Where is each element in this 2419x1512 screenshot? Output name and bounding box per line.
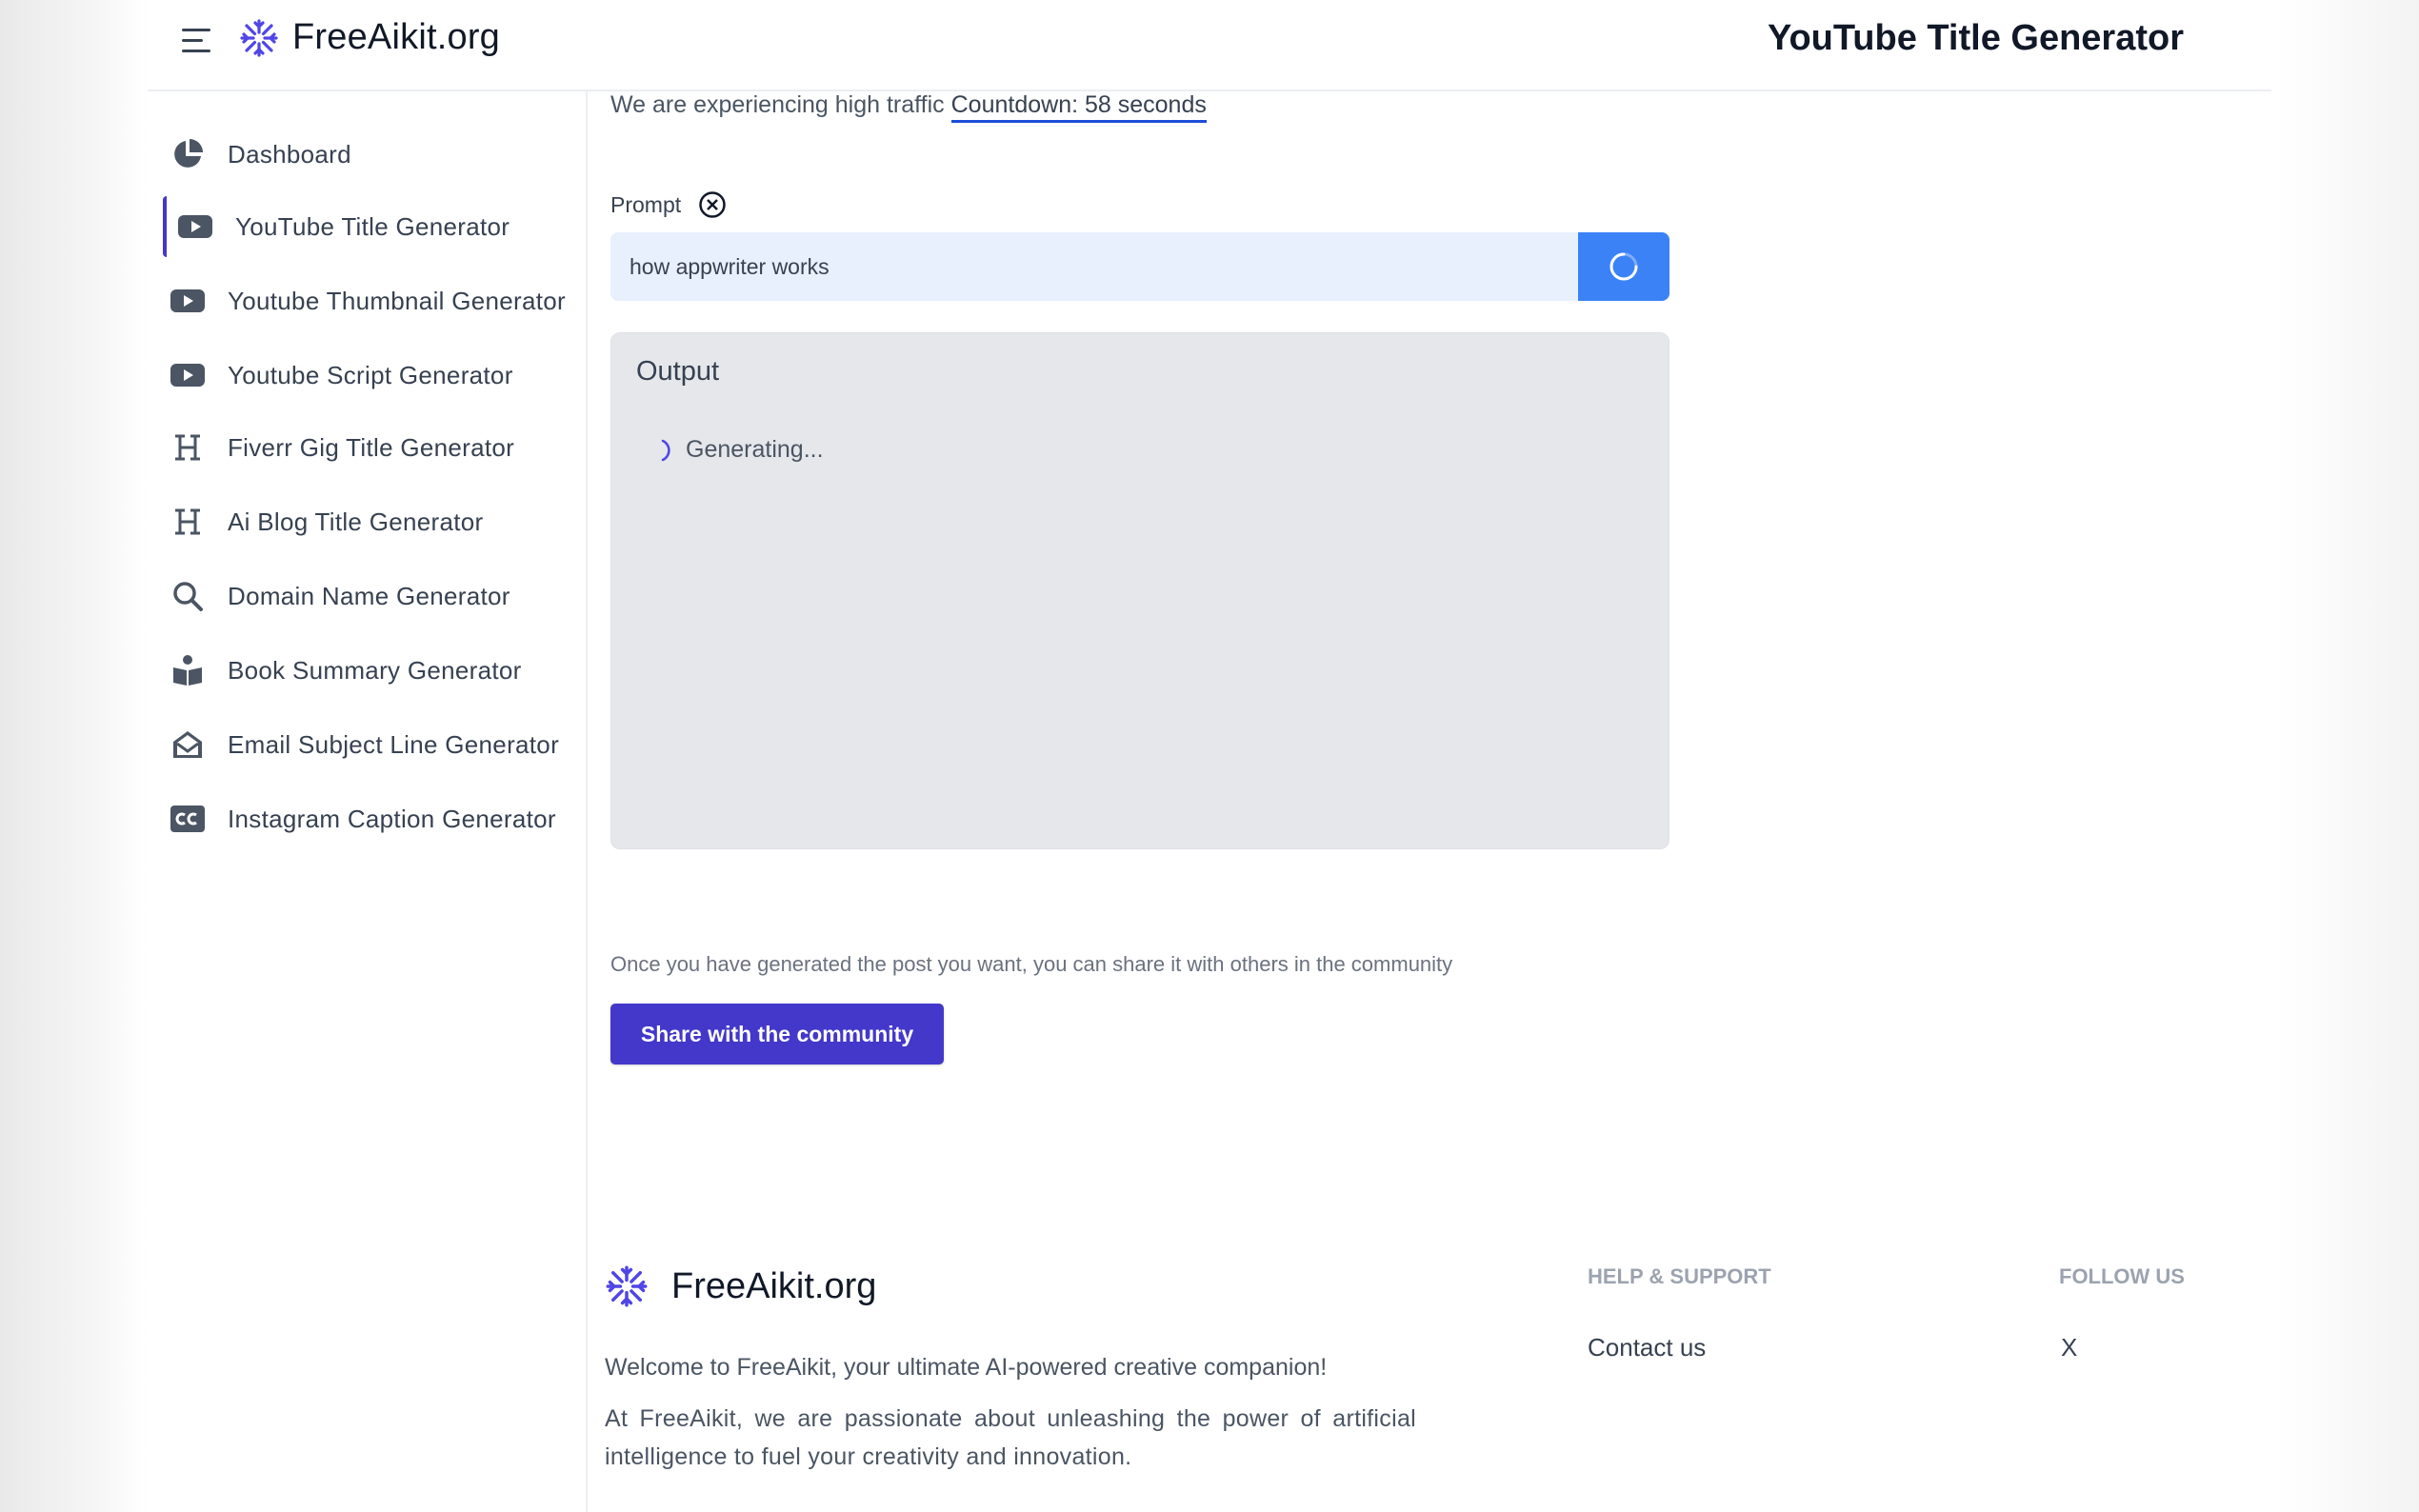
heading-icon: [170, 430, 205, 465]
brand-name: FreeAikit.org: [292, 17, 501, 57]
follow-us-heading: FOLLOW US: [2059, 1264, 2185, 1288]
youtube-icon: [170, 358, 205, 392]
footer-about-text: At FreeAikit, we are passionate about un…: [605, 1405, 1416, 1470]
sidebar-item-label: Dashboard: [228, 139, 351, 169]
footer-welcome-text: Welcome to FreeAikit, your ultimate AI-p…: [605, 1354, 1328, 1381]
snowflake-logo-icon: [606, 1265, 648, 1307]
sidebar-item-label: Youtube Script Generator: [228, 360, 513, 389]
traffic-notice-text: We are experiencing high traffic: [610, 91, 945, 118]
loading-spinner-icon: [1609, 252, 1638, 281]
hamburger-menu-icon[interactable]: [178, 25, 216, 57]
sidebar-item-label: Book Summary Generator: [228, 655, 522, 685]
output-panel: Output Generating...: [610, 332, 1669, 849]
youtube-icon: [178, 209, 212, 244]
search-icon: [170, 579, 205, 613]
generating-status: Generating...: [661, 436, 824, 464]
heading-icon: [170, 505, 205, 539]
app-frame: FreeAikit.org YouTube Title Generator Da…: [148, 0, 2271, 1512]
contact-us-link[interactable]: Contact us: [1588, 1333, 1706, 1363]
background-left: [0, 0, 148, 1512]
sidebar-item-label: Youtube Thumbnail Generator: [228, 286, 567, 315]
sidebar-item-book-summary-generator[interactable]: Book Summary Generator: [163, 640, 582, 701]
sidebar-item-label: YouTube Title Generator: [235, 211, 510, 241]
sidebar-item-youtube-thumbnail-generator[interactable]: Youtube Thumbnail Generator: [163, 270, 582, 331]
help-support-heading: HELP & SUPPORT: [1588, 1264, 1771, 1288]
sidebar-item-email-subject-line-generator[interactable]: Email Subject Line Generator: [163, 714, 582, 775]
pie-chart-icon: [170, 137, 205, 171]
sidebar-item-label: Fiverr Gig Title Generator: [228, 432, 515, 462]
share-with-community-button[interactable]: Share with the community: [610, 1004, 944, 1064]
youtube-icon: [170, 284, 205, 318]
countdown-timer: Countdown: 58 seconds: [950, 91, 1207, 123]
generate-button[interactable]: [1578, 232, 1669, 301]
sidebar-item-label: Email Subject Line Generator: [228, 729, 560, 759]
x-social-link[interactable]: X: [2061, 1333, 2077, 1363]
sidebar-item-fiverr-gig-title-generator[interactable]: Fiverr Gig Title Generator: [163, 417, 582, 478]
top-header: FreeAikit.org YouTube Title Generator: [148, 0, 2271, 91]
clear-prompt-icon[interactable]: [698, 190, 727, 219]
sidebar-item-domain-name-generator[interactable]: Domain Name Generator: [163, 566, 582, 627]
share-description: Once you have generated the post you wan…: [610, 952, 1453, 976]
snowflake-logo-icon: [240, 18, 278, 57]
sidebar-item-instagram-caption-generator[interactable]: Instagram Caption Generator: [163, 788, 582, 849]
sidebar-item-dashboard[interactable]: Dashboard: [163, 124, 582, 185]
prompt-header: Prompt: [610, 190, 727, 219]
sidebar-item-youtube-title-generator[interactable]: YouTube Title Generator: [163, 196, 582, 257]
footer-brand[interactable]: FreeAikit.org: [605, 1264, 876, 1308]
closed-captions-icon: [170, 802, 205, 836]
sidebar-item-label: Instagram Caption Generator: [228, 804, 556, 833]
sidebar-item-youtube-script-generator[interactable]: Youtube Script Generator: [163, 345, 582, 406]
traffic-notice: We are experiencing high traffic Countdo…: [610, 91, 1207, 123]
sidebar: Dashboard YouTube Title Generator Youtub…: [148, 91, 588, 1512]
prompt-label: Prompt: [610, 191, 682, 217]
background-right: [2276, 0, 2419, 1512]
sidebar-item-label: Ai Blog Title Generator: [228, 507, 484, 536]
sidebar-item-ai-blog-title-generator[interactable]: Ai Blog Title Generator: [163, 491, 582, 552]
envelope-open-icon: [170, 727, 205, 762]
generating-text: Generating...: [686, 436, 824, 463]
brand-logo-link[interactable]: FreeAikit.org: [239, 17, 500, 58]
main-content: We are experiencing high traffic Countdo…: [590, 91, 2271, 1512]
output-title: Output: [636, 356, 720, 387]
loading-arc-icon: [661, 439, 670, 461]
page-title: YouTube Title Generator: [1767, 18, 2184, 58]
prompt-input-group: [610, 232, 1669, 301]
sidebar-item-label: Domain Name Generator: [228, 581, 510, 610]
prompt-input[interactable]: [610, 232, 1578, 301]
footer-brand-name: FreeAikit.org: [671, 1265, 877, 1306]
book-reader-icon: [170, 653, 205, 687]
